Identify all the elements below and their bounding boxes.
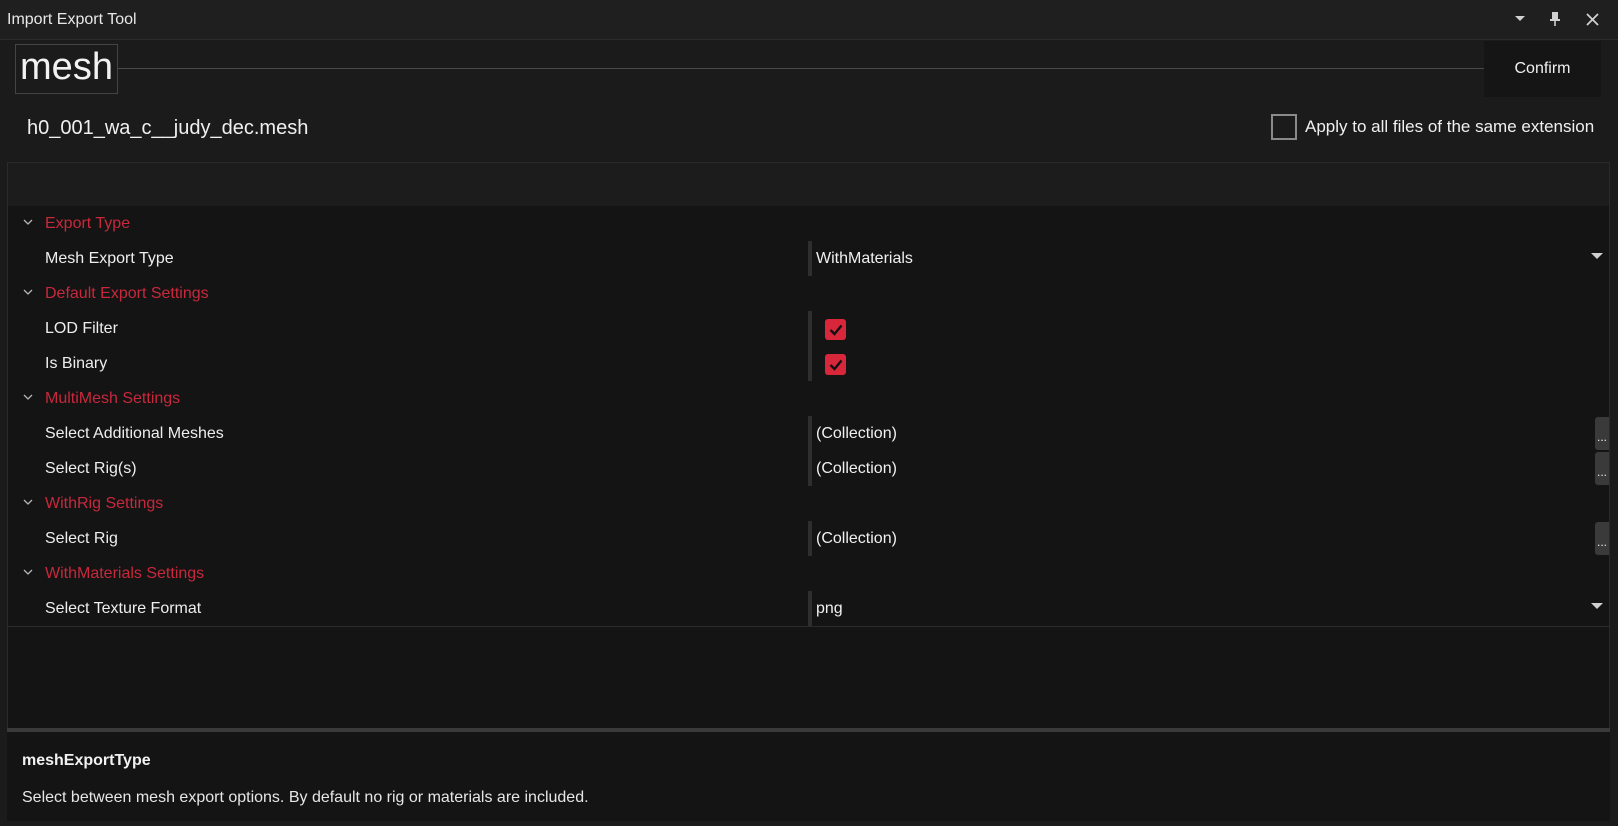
property-row-select-rig[interactable]: Select Rig (Collection) ... — [8, 521, 1609, 557]
description-text: Select between mesh export options. By d… — [22, 789, 589, 806]
texture-format-dropdown[interactable]: png — [816, 591, 1609, 626]
apply-all-checkbox[interactable]: Apply to all files of the same extension — [1271, 114, 1594, 140]
property-label: Select Rig — [45, 530, 118, 547]
property-label: Select Rig(s) — [45, 460, 137, 477]
checkmark-icon — [829, 359, 842, 371]
category-withmaterials-settings[interactable]: WithMaterials Settings — [8, 556, 1609, 592]
is-binary-value — [816, 346, 1609, 381]
category-label: MultiMesh Settings — [45, 390, 181, 407]
window-title: Import Export Tool — [7, 11, 137, 28]
chevron-down-icon[interactable] — [20, 494, 36, 510]
pin-icon[interactable] — [1544, 8, 1566, 30]
collection-editor-button[interactable]: ... — [1595, 452, 1609, 485]
select-additional-meshes-value[interactable]: (Collection) ... — [816, 416, 1609, 451]
category-export-type[interactable]: Export Type — [8, 206, 1609, 242]
category-withrig-settings[interactable]: WithRig Settings — [8, 486, 1609, 522]
apply-all-checkbox-box[interactable] — [1271, 114, 1297, 140]
column-splitter[interactable] — [808, 241, 812, 276]
category-label: WithRig Settings — [45, 495, 164, 512]
collection-value: (Collection) — [816, 460, 897, 477]
property-label: Select Additional Meshes — [45, 425, 224, 442]
dropdown-arrow-icon[interactable] — [1591, 253, 1603, 259]
property-grid: Export Type Mesh Export Type WithMateria… — [7, 162, 1610, 732]
select-rig-value[interactable]: (Collection) ... — [816, 521, 1609, 556]
description-title: meshExportType — [22, 752, 151, 769]
extension-label: mesh — [15, 44, 118, 94]
category-default-export-settings[interactable]: Default Export Settings — [8, 276, 1609, 312]
property-label: LOD Filter — [45, 320, 118, 337]
lod-filter-checkbox[interactable] — [825, 319, 846, 340]
property-label: Mesh Export Type — [45, 250, 174, 267]
dropdown-value: WithMaterials — [816, 250, 913, 267]
property-row-lod-filter[interactable]: LOD Filter — [8, 311, 1609, 347]
property-label: Select Texture Format — [45, 600, 202, 617]
mesh-export-type-dropdown[interactable]: WithMaterials — [816, 241, 1609, 276]
collection-value: (Collection) — [816, 425, 897, 442]
property-row-select-rigs[interactable]: Select Rig(s) (Collection) ... — [8, 451, 1609, 487]
header-divider — [118, 68, 1484, 69]
chevron-down-icon[interactable] — [20, 564, 36, 580]
collection-editor-button[interactable]: ... — [1595, 417, 1609, 450]
chevron-down-icon[interactable] — [20, 284, 36, 300]
chevron-down-icon[interactable] — [1509, 8, 1531, 30]
select-rigs-value[interactable]: (Collection) ... — [816, 451, 1609, 486]
file-name: h0_001_wa_c__judy_dec.mesh — [27, 117, 309, 139]
property-label: Is Binary — [45, 355, 108, 372]
chevron-down-icon[interactable] — [20, 214, 36, 230]
close-icon[interactable] — [1581, 8, 1603, 30]
apply-all-label[interactable]: Apply to all files of the same extension — [1305, 117, 1594, 137]
property-row-select-texture-format[interactable]: Select Texture Format png — [8, 591, 1609, 627]
collection-value: (Collection) — [816, 530, 897, 547]
column-splitter[interactable] — [808, 311, 812, 346]
checkmark-icon — [829, 324, 842, 336]
column-splitter[interactable] — [808, 591, 812, 626]
column-splitter[interactable] — [808, 416, 812, 451]
property-row-mesh-export-type[interactable]: Mesh Export Type WithMaterials — [8, 241, 1609, 277]
column-splitter[interactable] — [808, 346, 812, 381]
column-splitter[interactable] — [808, 521, 812, 556]
category-multimesh-settings[interactable]: MultiMesh Settings — [8, 381, 1609, 417]
confirm-button[interactable]: Confirm — [1484, 41, 1601, 97]
category-label: WithMaterials Settings — [45, 565, 205, 582]
category-label: Default Export Settings — [45, 285, 209, 302]
lod-filter-value — [816, 311, 1609, 346]
title-bar: Import Export Tool — [0, 0, 1618, 40]
description-panel: meshExportType Select between mesh expor… — [7, 728, 1610, 821]
property-row-select-additional-meshes[interactable]: Select Additional Meshes (Collection) ..… — [8, 416, 1609, 452]
collection-editor-button[interactable]: ... — [1595, 522, 1609, 555]
dropdown-arrow-icon[interactable] — [1591, 603, 1603, 609]
column-splitter[interactable] — [808, 451, 812, 486]
property-row-is-binary[interactable]: Is Binary — [8, 346, 1609, 382]
dropdown-value: png — [816, 600, 843, 617]
is-binary-checkbox[interactable] — [825, 354, 846, 375]
category-label: Export Type — [45, 215, 131, 232]
chevron-down-icon[interactable] — [20, 389, 36, 405]
